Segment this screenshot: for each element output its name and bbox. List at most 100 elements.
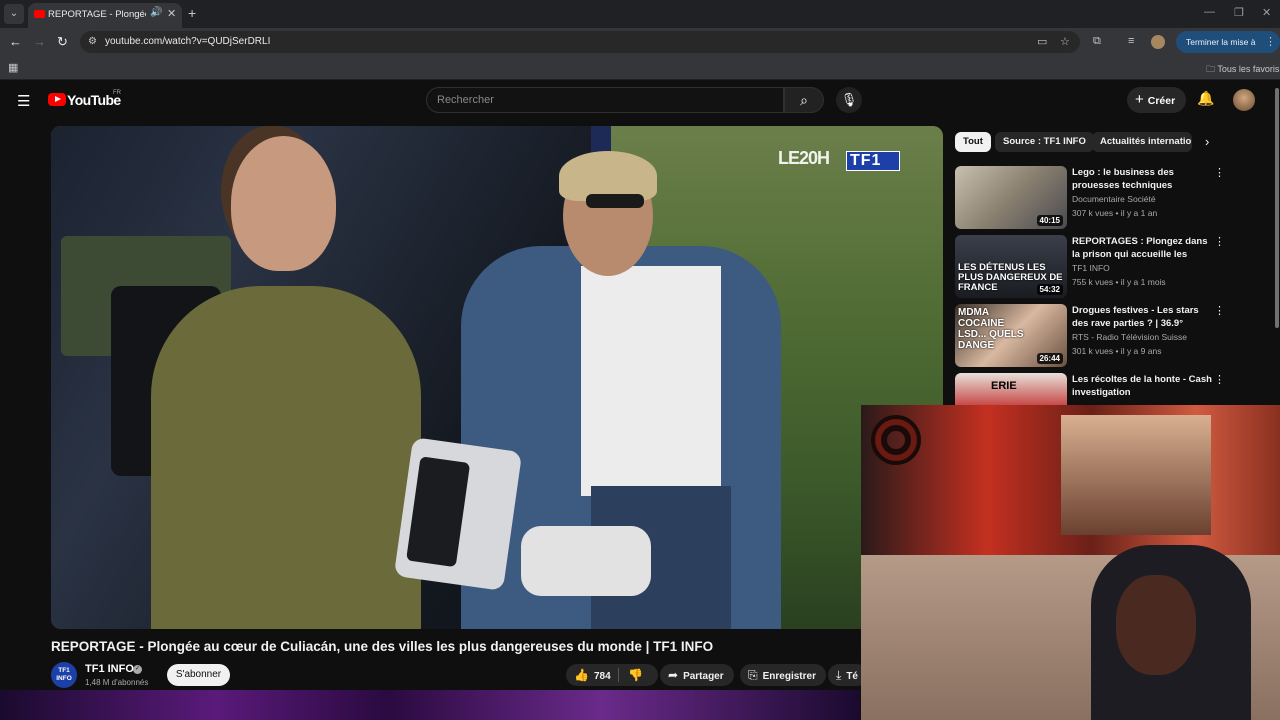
- recommendation-thumbnail[interactable]: 40:15: [955, 166, 1067, 229]
- video-duration: 40:15: [1036, 215, 1063, 226]
- like-button[interactable]: 👍 784 👎: [566, 664, 658, 686]
- download-icon: ⤓: [836, 668, 842, 682]
- cast-icon[interactable]: ▭: [1037, 35, 1047, 48]
- create-label: Créer: [1147, 95, 1176, 107]
- forward-icon[interactable]: →: [33, 34, 46, 49]
- back-icon[interactable]: ←: [9, 34, 22, 49]
- chip-international-news[interactable]: Actualités internatio: [1092, 132, 1192, 152]
- like-divider: [618, 668, 619, 682]
- recommendation-item[interactable]: 40:15 Lego : le business des prouesses t…: [955, 166, 1225, 232]
- webcam-poster: [1061, 415, 1211, 535]
- profile-avatar[interactable]: [1151, 35, 1165, 49]
- recommendation-thumbnail[interactable]: LES DÉTENUS LES PLUS DANGEREUX DE FRANCE…: [955, 235, 1067, 298]
- close-window-icon[interactable]: ✕: [1262, 6, 1271, 19]
- like-count: 784: [593, 671, 611, 682]
- recommendation-meta: 755 k vues • il y a 1 mois: [1072, 277, 1166, 287]
- man-shirt: [581, 266, 721, 496]
- download-label: Té: [846, 671, 858, 682]
- tf1-logo-text: TF1: [850, 152, 882, 169]
- hamburger-menu-icon[interactable]: ☰: [17, 92, 30, 110]
- video-player[interactable]: LE20H TF1: [51, 126, 943, 629]
- tab-title: REPORTAGE - Plongée au cœur de Culiacán: [48, 9, 146, 20]
- recommendation-title[interactable]: Les récoltes de la honte - Cash investig…: [1072, 373, 1212, 399]
- browser-tab-bar: ⌄ REPORTAGE - Plongée au cœur de Culiacá…: [0, 0, 1280, 28]
- channel-name[interactable]: TF1 INFO: [85, 663, 134, 675]
- search-button[interactable]: ⌕: [784, 87, 824, 113]
- browser-tab[interactable]: REPORTAGE - Plongée au cœur de Culiacán …: [28, 3, 182, 28]
- microphone-icon: 🎙: [840, 92, 858, 107]
- recommendation-channel[interactable]: TF1 INFO: [1072, 263, 1110, 273]
- more-options-icon[interactable]: ⋮: [1214, 166, 1225, 179]
- omnibox[interactable]: ⚙ youtube.com/watch?v=QUDjSerDRLI ▭ ☆: [80, 31, 1080, 53]
- close-tab-icon[interactable]: ✕: [167, 7, 176, 20]
- webcam-spiral-decoration: [871, 415, 921, 465]
- search-icon: ⌕: [800, 92, 808, 108]
- save-label: Enregistrer: [762, 671, 816, 682]
- plus-icon: +: [1135, 91, 1144, 108]
- address-bar-row: ← → ↻ ⚙ youtube.com/watch?v=QUDjSerDRLI …: [0, 28, 1280, 56]
- url-text[interactable]: youtube.com/watch?v=QUDjSerDRLI: [105, 36, 270, 47]
- new-tab-button[interactable]: +: [188, 5, 196, 21]
- share-button[interactable]: ➦ Partager: [660, 664, 734, 686]
- speaker-icon[interactable]: 🔊: [150, 7, 162, 18]
- apps-grid-icon[interactable]: ▦: [8, 61, 18, 74]
- bookmark-star-icon[interactable]: ☆: [1060, 35, 1070, 48]
- recommendation-thumbnail[interactable]: MDMA COCAINE LSD... QUELS DANGE 26:44: [955, 304, 1067, 367]
- verified-icon: ✓: [133, 665, 142, 674]
- browser-menu-icon[interactable]: ⋮: [1265, 35, 1276, 48]
- recommendation-meta: 307 k vues • il y a 1 an: [1072, 208, 1158, 218]
- more-options-icon[interactable]: ⋮: [1214, 235, 1225, 248]
- webcam-streamer-face: [1116, 575, 1196, 675]
- site-info-icon[interactable]: ⚙: [88, 36, 97, 47]
- video-frame-woman: [151, 286, 421, 629]
- chevron-right-icon[interactable]: ›: [1205, 134, 1209, 149]
- bookmark-icon: ⎘: [748, 668, 758, 682]
- recommendation-title[interactable]: Drogues festives - Les stars des rave pa…: [1072, 304, 1212, 330]
- le20h-watermark: LE20H: [778, 148, 830, 168]
- folder-icon: 🗀: [1206, 64, 1216, 74]
- user-avatar[interactable]: [1233, 89, 1255, 111]
- minimize-icon[interactable]: —: [1204, 6, 1215, 18]
- all-bookmarks[interactable]: 🗀 Tous les favoris: [1206, 62, 1279, 78]
- thumbnail-text: MDMA COCAINE LSD... QUELS DANGE: [958, 307, 1024, 351]
- woman-head: [231, 136, 336, 271]
- drone-remote: [393, 437, 523, 591]
- more-options-icon[interactable]: ⋮: [1214, 304, 1225, 317]
- page-scrollbar[interactable]: [1275, 88, 1279, 328]
- create-button[interactable]: + Créer: [1127, 87, 1187, 113]
- webcam-overlay: [861, 405, 1280, 720]
- tab-search-button[interactable]: ⌄: [4, 4, 24, 24]
- comments-area-glimpse: [0, 690, 860, 720]
- subscriber-count: 1,48 M d'abonnés: [85, 678, 149, 687]
- chip-source-tf1[interactable]: Source : TF1 INFO: [995, 132, 1094, 152]
- extensions-icon[interactable]: ⧉: [1093, 35, 1101, 48]
- youtube-header: ☰ YouTube Rechercher ⌕ 🎙 + Créer 🔔: [0, 80, 1280, 120]
- recommendation-meta: 301 k vues • il y a 9 ans: [1072, 346, 1162, 356]
- youtube-play-icon: [48, 93, 66, 106]
- media-controls-icon[interactable]: ≡: [1128, 35, 1134, 47]
- save-button[interactable]: ⎘ Enregistrer: [740, 664, 826, 686]
- notifications-bell-icon[interactable]: 🔔: [1197, 90, 1214, 107]
- recommendation-channel[interactable]: Documentaire Société: [1072, 194, 1156, 204]
- more-options-icon[interactable]: ⋮: [1214, 373, 1225, 386]
- chip-all[interactable]: Tout: [955, 132, 991, 152]
- remote-screen: [406, 456, 471, 568]
- video-duration: 54:32: [1036, 284, 1063, 295]
- search-input[interactable]: Rechercher: [426, 87, 784, 113]
- recommendation-item[interactable]: MDMA COCAINE LSD... QUELS DANGE 26:44 Dr…: [955, 304, 1225, 370]
- recommendation-title[interactable]: Lego : le business des prouesses techniq…: [1072, 166, 1212, 192]
- video-duration: 26:44: [1036, 353, 1063, 364]
- reload-icon[interactable]: ↻: [57, 34, 68, 50]
- voice-search-button[interactable]: 🎙: [836, 87, 862, 113]
- channel-avatar[interactable]: TF1 INFO: [51, 662, 77, 688]
- bookmarks-bar: ▦ 🗀 Tous les favoris: [0, 56, 1280, 80]
- country-code: FR: [113, 90, 121, 96]
- recommendation-channel[interactable]: RTS - Radio Télévision Suisse: [1072, 332, 1187, 342]
- share-icon: ➦: [668, 668, 679, 682]
- maximize-icon[interactable]: ❐: [1234, 6, 1244, 19]
- thumbs-down-icon[interactable]: 👎: [628, 664, 643, 686]
- subscribe-button[interactable]: S'abonner: [167, 664, 230, 686]
- man-sunglasses: [586, 194, 644, 208]
- recommendation-title[interactable]: REPORTAGES : Plongez dans la prison qui …: [1072, 235, 1212, 261]
- recommendation-item[interactable]: LES DÉTENUS LES PLUS DANGEREUX DE FRANCE…: [955, 235, 1225, 301]
